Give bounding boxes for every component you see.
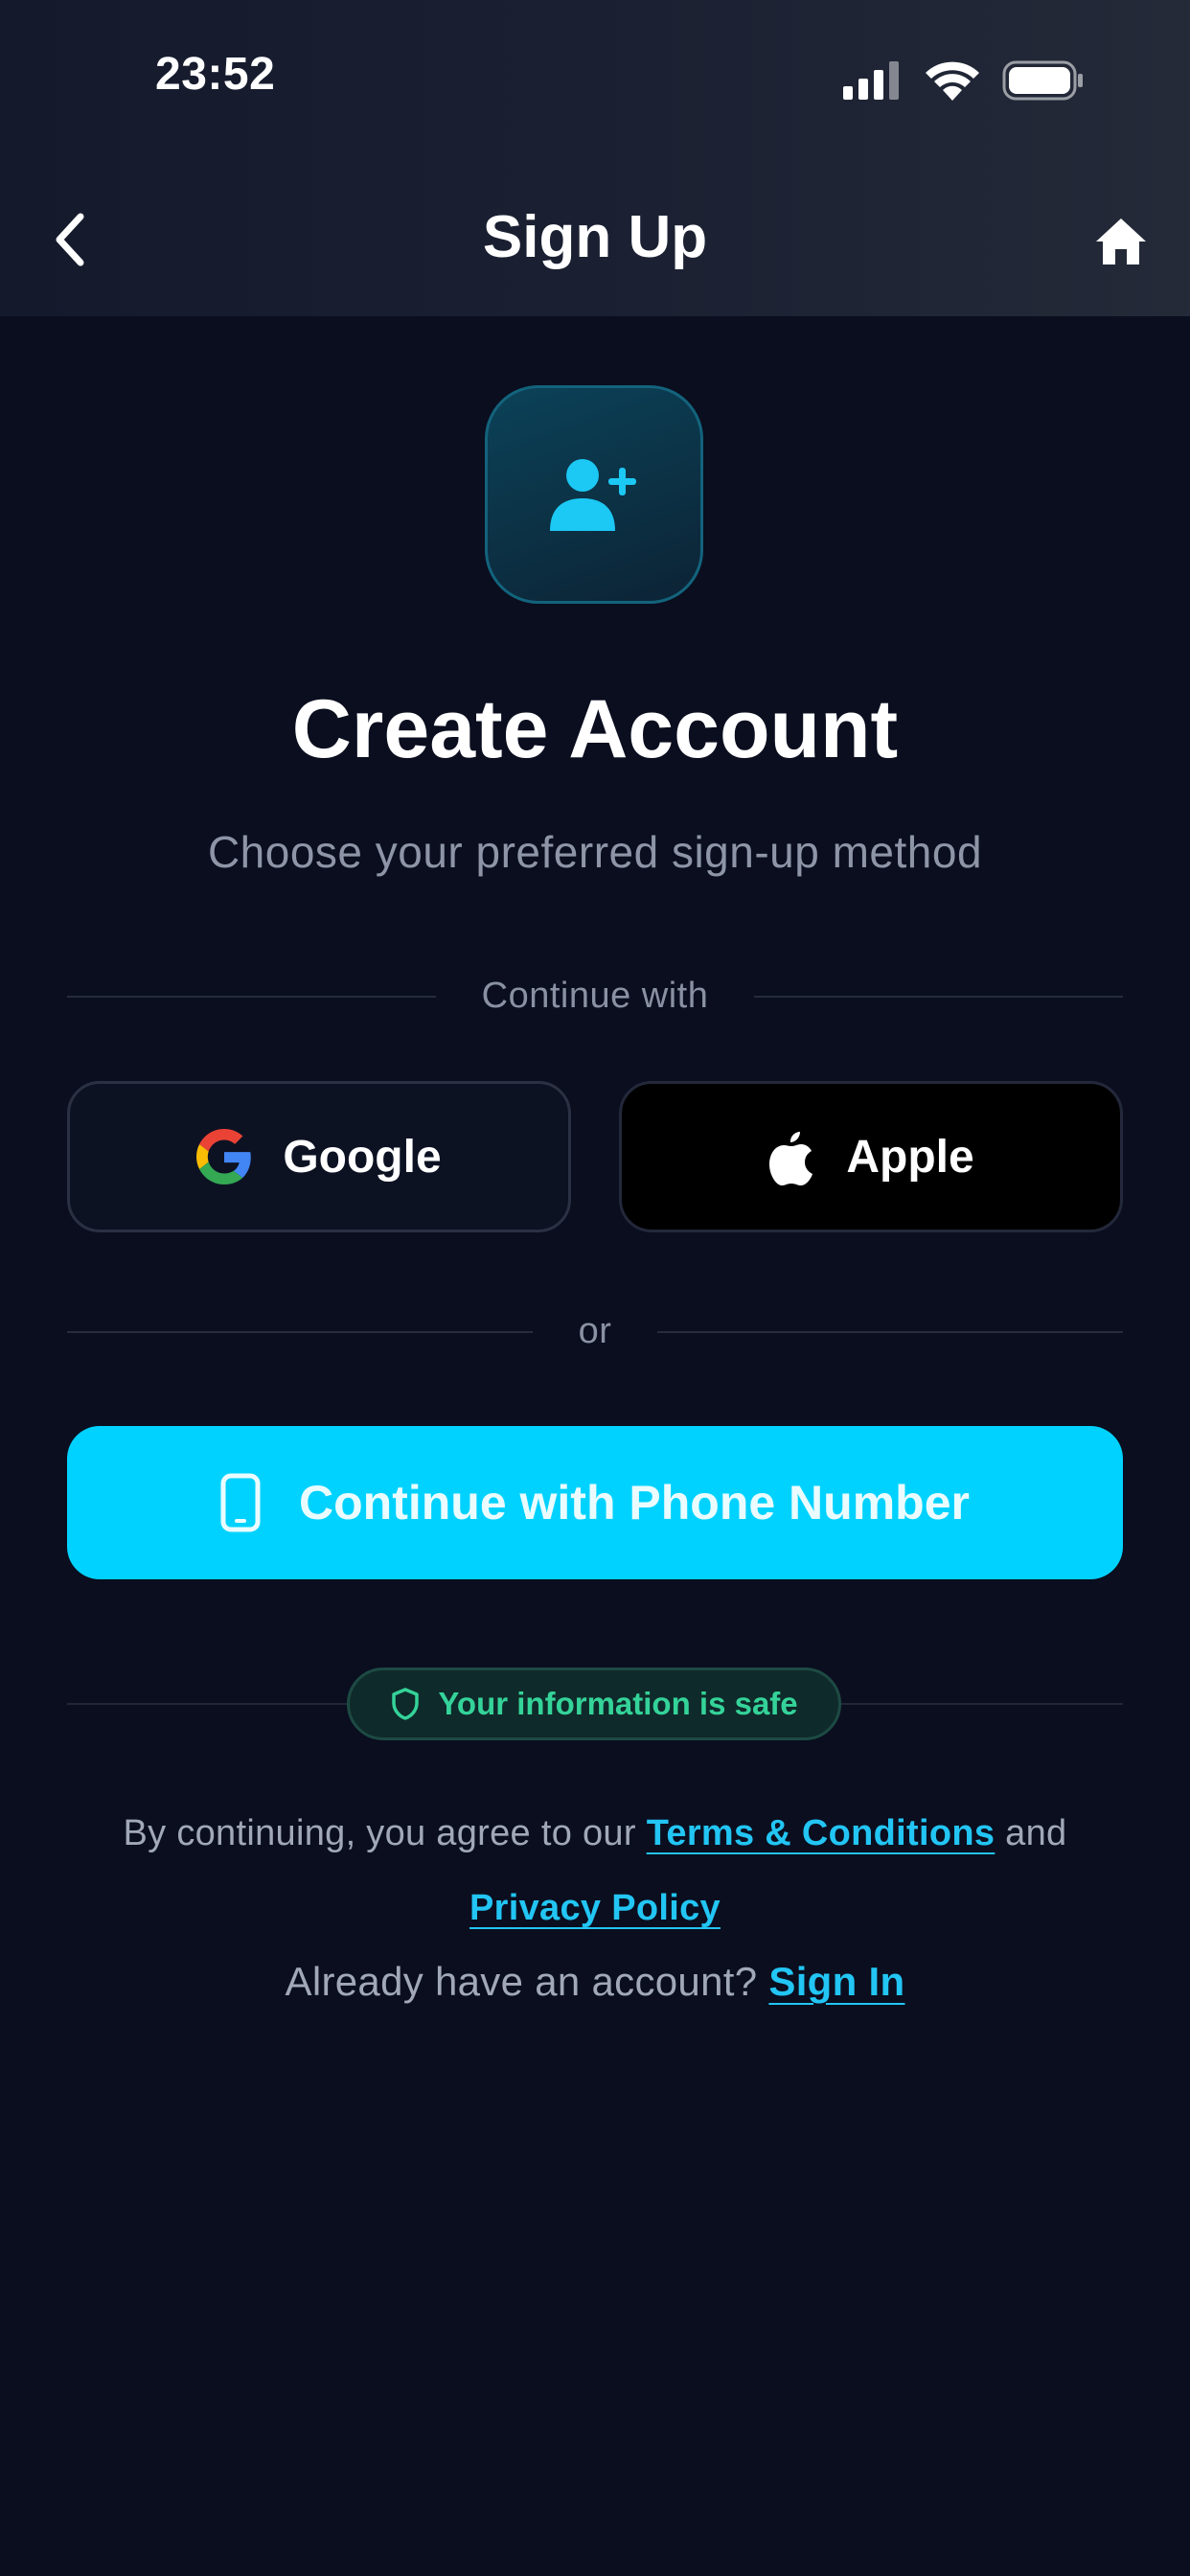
signal-icon <box>843 61 899 100</box>
legal-text: By continuing, you agree to our Terms & … <box>0 1796 1190 1945</box>
home-button[interactable] <box>1092 213 1150 270</box>
terms-link[interactable]: Terms & Conditions <box>647 1813 995 1853</box>
divider-line <box>657 1330 1124 1333</box>
headline: Create Account <box>291 683 899 775</box>
smartphone-icon <box>220 1473 261 1532</box>
legal-prefix: By continuing, you agree to our <box>123 1813 636 1853</box>
signin-prompt-row: Already have an account? Sign In <box>0 1959 1190 2005</box>
phone-signup-button[interactable]: Continue with Phone Number <box>67 1426 1123 1579</box>
phone-button-label: Continue with Phone Number <box>299 1476 970 1530</box>
safe-badge-label: Your information is safe <box>438 1686 798 1721</box>
or-label: or <box>578 1311 612 1351</box>
shield-icon <box>392 1688 420 1720</box>
safe-badge: Your information is safe <box>347 1668 841 1740</box>
signin-link[interactable]: Sign In <box>768 1959 904 2004</box>
divider-line <box>67 995 436 998</box>
page-title: Sign Up <box>482 204 708 270</box>
privacy-link[interactable]: Privacy Policy <box>469 1888 721 1928</box>
google-button-label: Google <box>283 1131 442 1183</box>
divider-line <box>754 995 1123 998</box>
home-icon <box>1096 218 1146 264</box>
user-plus-icon <box>550 459 636 531</box>
app-header: 23:52 Sign Up <box>0 0 1190 316</box>
status-icons <box>843 59 1085 102</box>
apple-button-label: Apple <box>846 1131 974 1183</box>
wifi-icon <box>926 61 979 101</box>
signin-prompt: Already have an account? <box>285 1959 758 2004</box>
continue-with-divider: Continue with <box>67 976 1123 1017</box>
apple-signup-button[interactable]: Apple <box>619 1081 1123 1232</box>
subheadline: Choose your preferred sign-up method <box>207 827 983 877</box>
divider-label: Continue with <box>481 976 709 1016</box>
add-user-badge <box>485 385 703 604</box>
or-divider: or <box>67 1311 1124 1352</box>
apple-icon <box>769 1132 813 1185</box>
battery-icon <box>1002 60 1083 101</box>
divider-line <box>67 1330 533 1333</box>
status-time: 23:52 <box>155 49 276 100</box>
google-icon <box>196 1129 252 1184</box>
google-signup-button[interactable]: Google <box>67 1081 571 1232</box>
security-note: Your information is safe <box>67 1668 1123 1740</box>
legal-and: and <box>1005 1813 1067 1853</box>
